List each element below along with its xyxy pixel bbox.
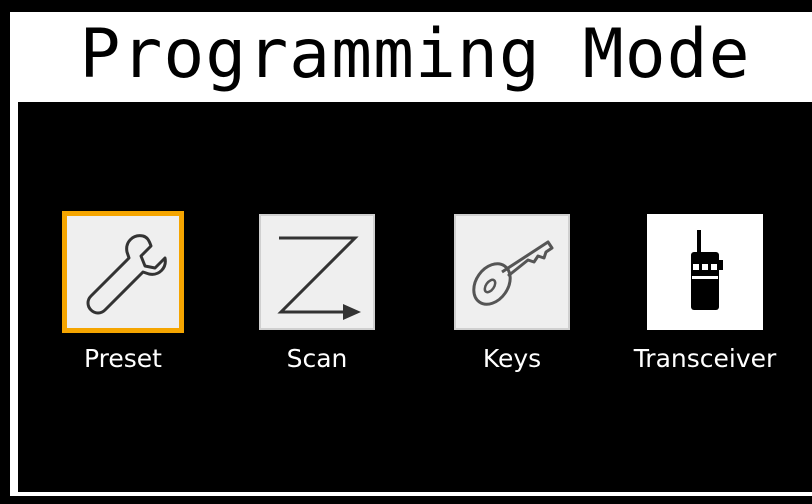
header-bar: Programming Mode	[18, 12, 812, 102]
scan-tile[interactable]	[259, 214, 375, 330]
menu-item-keys[interactable]: Keys	[422, 214, 602, 371]
menu-item-preset[interactable]: Preset	[33, 211, 213, 373]
radio-transceiver-icon	[691, 230, 723, 310]
preset-label: Preset	[84, 344, 162, 373]
keys-tile[interactable]	[454, 214, 570, 330]
scan-label: Scan	[286, 344, 348, 373]
wrench-icon	[86, 234, 167, 315]
menu-item-scan[interactable]: Scan	[227, 214, 407, 371]
screen-border-left	[10, 12, 18, 492]
screen: Programming Mode Preset Scan Keys Transc…	[0, 0, 812, 504]
keys-label: Keys	[482, 344, 542, 373]
key-icon	[472, 240, 554, 306]
page-title: Programming Mode	[79, 15, 751, 94]
transceiver-label: Transceiver	[633, 344, 777, 373]
menu-item-transceiver[interactable]: Transceiver	[615, 214, 795, 371]
scan-path-icon	[277, 236, 361, 320]
transceiver-tile[interactable]	[647, 214, 763, 330]
screen-border-bottom	[10, 492, 812, 496]
preset-tile[interactable]	[62, 211, 184, 333]
